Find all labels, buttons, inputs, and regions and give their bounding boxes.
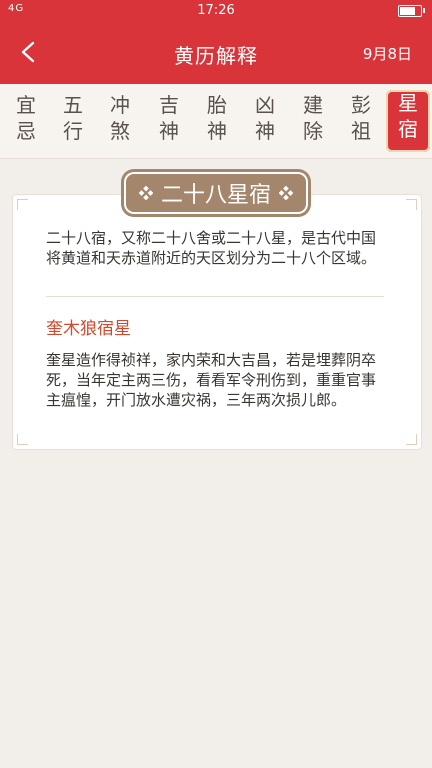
diamond-ornament-icon [279, 186, 293, 200]
star-name: 奎木狼宿星 [46, 319, 131, 339]
tab-xiongshen[interactable]: 凶神 [245, 92, 285, 150]
top-bar: 4G 17:26 黄历解释 9月8日 [0, 0, 432, 84]
divider [46, 296, 384, 297]
tab-yiji[interactable]: 宜忌 [6, 92, 46, 150]
diamond-ornament-icon [138, 186, 153, 200]
tab-pengzu[interactable]: 彭祖 [341, 92, 381, 150]
tab-wuxing[interactable]: 五行 [53, 92, 93, 150]
section-title: 二十八星宿 [160, 183, 271, 208]
tab-jishen[interactable]: 吉神 [149, 92, 189, 150]
battery-icon [398, 5, 425, 17]
status-bar: 4G 17:26 [0, 0, 432, 22]
category-tabs: 宜忌 五行 冲煞 吉神 胎神 凶神 建除 彭祖 星宿 [0, 84, 432, 159]
status-time: 17:26 [197, 3, 235, 18]
nav-bar: 黄历解释 9月8日 [0, 22, 432, 84]
tab-xingxiu[interactable]: 星宿 [386, 90, 430, 152]
tab-chongsha[interactable]: 冲煞 [100, 92, 140, 150]
star-description: 奎星造作得祯祥，家内荣和大吉昌，若是埋葬阴卒死，当年定主两三伤，看看军令刑伤到，… [46, 351, 377, 409]
tab-taishen[interactable]: 胎神 [197, 92, 237, 150]
section-title-badge: 二十八星宿 [124, 172, 308, 214]
intro-text: 二十八宿，又称二十八舍或二十八星，是古代中国将黄道和天赤道附近的天区划分为二十八… [46, 229, 377, 267]
tab-jianchu[interactable]: 建除 [293, 92, 333, 150]
date-label[interactable]: 9月8日 [363, 43, 412, 64]
